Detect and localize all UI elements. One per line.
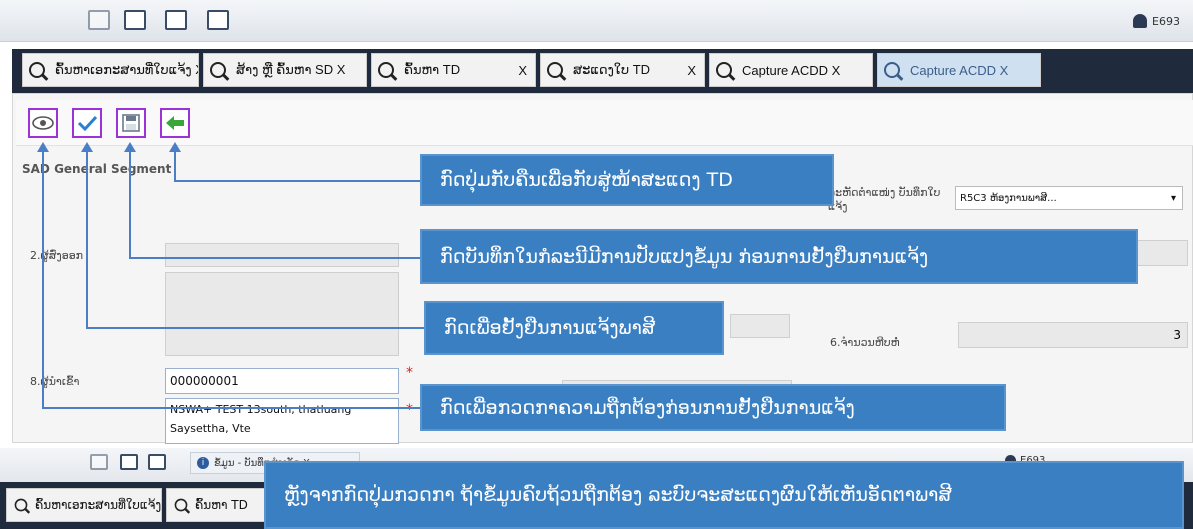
user-menu[interactable]: E693 <box>1133 14 1180 28</box>
arrow-left-icon <box>166 116 184 130</box>
layout-2-icon[interactable] <box>124 10 146 30</box>
tab-label: ສະແດງໃບ TD <box>573 62 651 77</box>
layout-1-icon[interactable] <box>88 10 110 30</box>
tab-label: Capture ACDD X <box>742 62 841 78</box>
office-code-label: ລະຫັດຕໍາແໜ່ງ ບັນທຶກໃບແຈ້ງ <box>828 186 941 213</box>
form-toolbar <box>16 100 1193 146</box>
search-icon <box>14 498 28 512</box>
connector-line <box>42 150 44 408</box>
checkmark-icon <box>77 115 98 132</box>
layout-3-icon[interactable] <box>165 10 187 30</box>
callout-save: ກົດບັນທຶກໃນກໍລະນີມີການປັບແປງຂໍ້ມູນ ກ່ອນກ… <box>420 229 1138 284</box>
save-button[interactable] <box>116 108 146 138</box>
packages-value: 3 <box>1173 328 1181 342</box>
tab-label: ຄົ້ນຫາເອກະສານທີ່ໃບແຈ້ງ X <box>35 498 162 512</box>
callout-check: ກົດເພື່ອກວດກາຄວາມຖືກຕ້ອງກ່ອນການຢັ້ງຢືນກາ… <box>420 384 1006 431</box>
importer-label: 8.ຜູ້ນໍາເຂົ້າ <box>30 375 80 388</box>
tab-close[interactable]: X <box>518 63 527 78</box>
layout-4-icon[interactable] <box>207 10 229 30</box>
arrow-head <box>124 142 136 152</box>
callout-back: ກົດປຸ່ມກັບຄືນເພື່ອກັບສູ່ໜ້າສະແດງ TD <box>420 154 834 206</box>
exporter-code-field[interactable] <box>165 243 399 267</box>
office-select[interactable]: R5C3 ຫ້ອງການພາສີ... ▾ <box>955 186 1183 210</box>
connector-line <box>174 150 176 181</box>
arrow-head <box>169 142 181 152</box>
connector-line <box>129 257 420 259</box>
back-button[interactable] <box>160 108 190 138</box>
user-label: E693 <box>1152 14 1180 28</box>
tab-label: Capture ACDD X <box>910 62 1009 78</box>
arrow-head <box>37 142 49 152</box>
search-icon <box>378 62 394 78</box>
exporter-address-field[interactable] <box>165 272 399 356</box>
check-button[interactable] <box>28 108 58 138</box>
packages-label: 6.ຈຳນວນຫີບຫໍ່ <box>830 336 900 349</box>
save-icon <box>122 114 140 132</box>
importer-code-input[interactable]: 000000001 <box>165 368 399 394</box>
callout-after-check: ຫຼັງຈາກກົດປຸ່ມກວດກາ ຖ້າຂໍ້ມູນຄົບຖ້ວນຖືກຕ… <box>264 461 1184 529</box>
tab-close[interactable]: X <box>687 63 696 78</box>
section-title: SAD General Segment <box>22 162 172 176</box>
office-select-value: R5C3 ຫ້ອງການພາສີ... <box>960 192 1057 204</box>
callout-confirm: ກົດເພື່ອຢັ້ງຢືນການແຈ້ງພາສີ <box>424 301 724 355</box>
connector-line <box>86 327 424 329</box>
exporter-label: 2.ຜູ້ສົ່ງອອກ <box>30 249 84 262</box>
importer-address-input[interactable]: NSWA+ TEST 13south, thatluang Saysettha,… <box>165 398 399 444</box>
required-marker: * <box>406 365 413 381</box>
address-line-2: Saysettha, Vte <box>170 422 251 435</box>
info-icon: i <box>197 457 209 469</box>
layout-1-icon[interactable] <box>90 454 108 470</box>
search-icon <box>716 62 732 78</box>
tab-label: ຄົ້ນຫາເອກະສານທີ່ໃບແຈ້ງ X <box>55 62 199 77</box>
eye-icon <box>32 116 54 130</box>
connector-line <box>42 407 420 409</box>
tab-show-td[interactable]: ສະແດງໃບ TD X <box>540 53 705 87</box>
confirm-button[interactable] <box>72 108 102 138</box>
tab-search-docs-2[interactable]: ຄົ້ນຫາເອກະສານທີ່ໃບແຈ້ງ X <box>6 488 162 522</box>
tab-label: ສ້າງ ຫຼື ຄົ້ນຫາ SD X <box>236 62 346 77</box>
layout-3-icon[interactable] <box>148 454 166 470</box>
required-marker: * <box>406 402 413 418</box>
tab-label: ຄົ້ນຫາ TD <box>404 62 461 77</box>
search-icon <box>884 62 900 78</box>
tab-label: ຄົ້ນຫາ TD <box>195 498 248 512</box>
middle-field[interactable] <box>730 314 790 338</box>
search-icon <box>174 498 188 512</box>
connector-line <box>86 150 88 328</box>
chevron-down-icon: ▾ <box>1170 192 1176 204</box>
tab-capture-acdd-2[interactable]: Capture ACDD X <box>877 53 1041 87</box>
tab-create-sd[interactable]: ສ້າງ ຫຼື ຄົ້ນຫາ SD X <box>203 53 367 87</box>
search-icon <box>547 62 563 78</box>
search-icon <box>29 62 45 78</box>
address-line-1: NSWA+ TEST 13south, thatluang <box>170 403 352 416</box>
search-icon <box>210 62 226 78</box>
user-icon <box>1133 14 1147 28</box>
tab-search-td[interactable]: ຄົ້ນຫາ TD X <box>371 53 536 87</box>
tab-capture-acdd-1[interactable]: Capture ACDD X <box>709 53 873 87</box>
arrow-head <box>81 142 93 152</box>
layout-2-icon[interactable] <box>120 454 138 470</box>
connector-line <box>129 150 131 258</box>
tab-search-docs[interactable]: ຄົ້ນຫາເອກະສານທີ່ໃບແຈ້ງ X <box>22 53 199 87</box>
packages-field[interactable]: 3 <box>958 322 1188 348</box>
tab-search-td-2[interactable]: ຄົ້ນຫາ TD <box>166 488 266 522</box>
connector-line <box>174 180 420 182</box>
